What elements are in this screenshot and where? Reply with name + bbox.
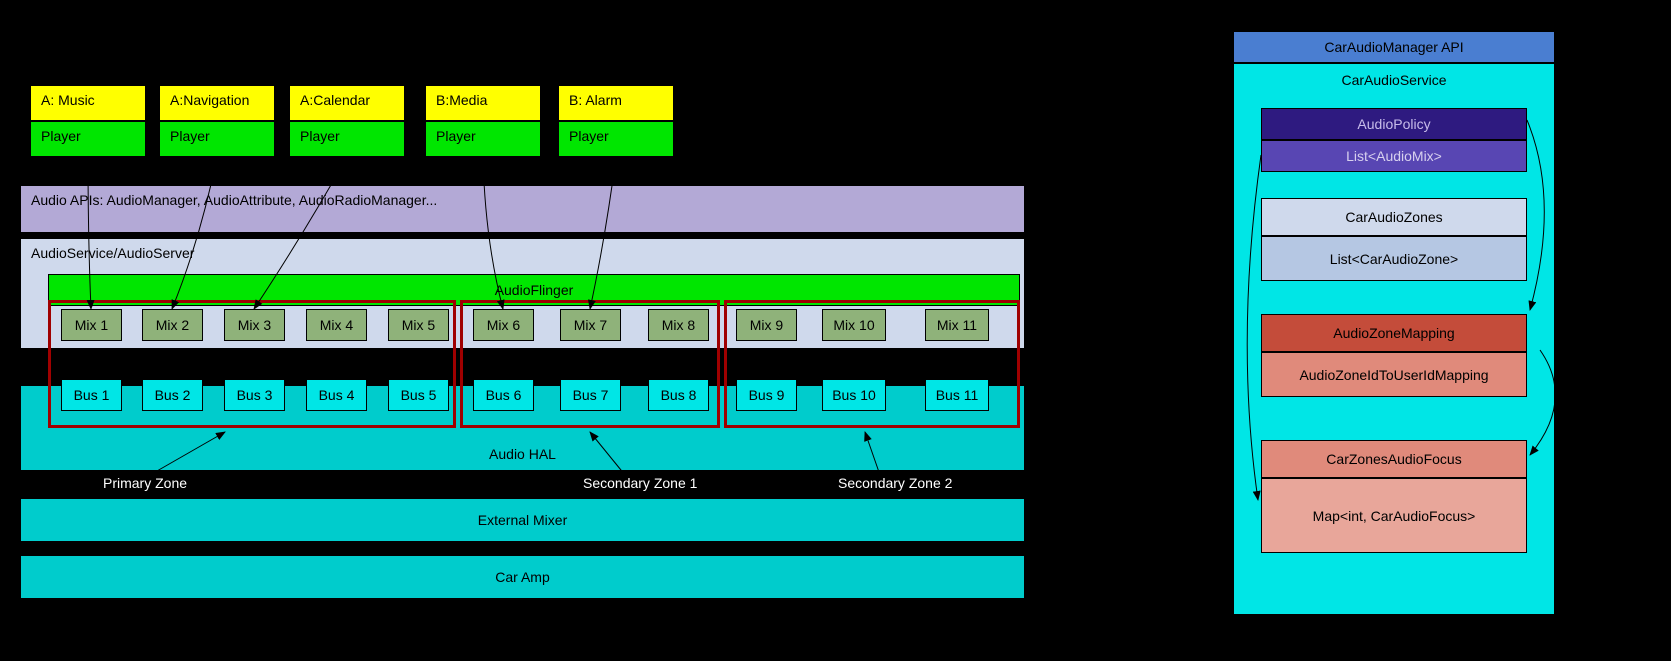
player-a-nav: Player [159, 121, 275, 157]
player-label: Player [170, 128, 210, 144]
focus-map-box: Map<int, CarAudioFocus> [1261, 478, 1527, 553]
car-audio-zone-list-label: List<CarAudioZone> [1330, 251, 1458, 267]
secondary-zone-2-label: Secondary Zone 2 [838, 475, 952, 491]
car-audio-zones-box: CarAudioZones [1261, 198, 1527, 236]
audio-zone-mapping-box: AudioZoneMapping [1261, 314, 1527, 352]
audio-apis-layer: Audio APIs: AudioManager, AudioAttribute… [20, 185, 1025, 233]
zones-focus-label: CarZonesAudioFocus [1326, 451, 1461, 467]
player-label: Player [300, 128, 340, 144]
player-a-calendar: Player [289, 121, 405, 157]
focus-map-label: Map<int, CarAudioFocus> [1313, 508, 1476, 524]
primary-zone-outline [48, 300, 456, 428]
zone-user-mapping-box: AudioZoneIdToUserIdMapping [1261, 352, 1527, 397]
audio-hal-label: Audio HAL [489, 446, 556, 462]
car-audio-zones-label: CarAudioZones [1345, 209, 1442, 225]
audio-flinger-label: AudioFlinger [495, 282, 574, 298]
audio-zone-mapping-label: AudioZoneMapping [1333, 325, 1454, 341]
player-label: Player [436, 128, 476, 144]
app-label: A:Calendar [300, 92, 370, 108]
app-a-calendar: A:Calendar [289, 85, 405, 121]
audio-service-label: AudioService/AudioServer [31, 245, 194, 261]
car-audio-manager-api: CarAudioManager API [1233, 31, 1555, 63]
app-label: B:Media [436, 92, 487, 108]
app-a-nav: A:Navigation [159, 85, 275, 121]
zone-user-mapping-label: AudioZoneIdToUserIdMapping [1299, 367, 1488, 383]
player-label: Player [41, 128, 81, 144]
secondary-zone-1-outline [460, 300, 720, 428]
app-label: B: Alarm [569, 92, 622, 108]
player-label: Player [569, 128, 609, 144]
player-b-media: Player [425, 121, 541, 157]
primary-zone-label: Primary Zone [103, 475, 187, 491]
audio-policy-box: AudioPolicy [1261, 108, 1527, 140]
car-audio-zone-list-box: List<CarAudioZone> [1261, 236, 1527, 281]
api-label: CarAudioManager API [1324, 39, 1463, 55]
audio-mix-list-label: List<AudioMix> [1346, 148, 1442, 164]
external-mixer-layer: External Mixer [20, 498, 1025, 542]
app-label: A:Navigation [170, 92, 249, 108]
service-label: CarAudioService [1341, 72, 1446, 88]
audio-policy-label: AudioPolicy [1357, 116, 1430, 132]
app-label: A: Music [41, 92, 95, 108]
external-mixer-label: External Mixer [478, 512, 567, 528]
car-zones-audio-focus-box: CarZonesAudioFocus [1261, 440, 1527, 478]
app-b-alarm: B: Alarm [558, 85, 674, 121]
car-amp-layer: Car Amp [20, 555, 1025, 599]
audio-apis-label: Audio APIs: AudioManager, AudioAttribute… [31, 192, 437, 208]
player-b-alarm: Player [558, 121, 674, 157]
secondary-zone-2-outline [724, 300, 1020, 428]
audio-mix-list-box: List<AudioMix> [1261, 140, 1527, 172]
car-amp-label: Car Amp [495, 569, 549, 585]
app-b-media: B:Media [425, 85, 541, 121]
app-a-music: A: Music [30, 85, 146, 121]
secondary-zone-1-label: Secondary Zone 1 [583, 475, 697, 491]
player-a-music: Player [30, 121, 146, 157]
